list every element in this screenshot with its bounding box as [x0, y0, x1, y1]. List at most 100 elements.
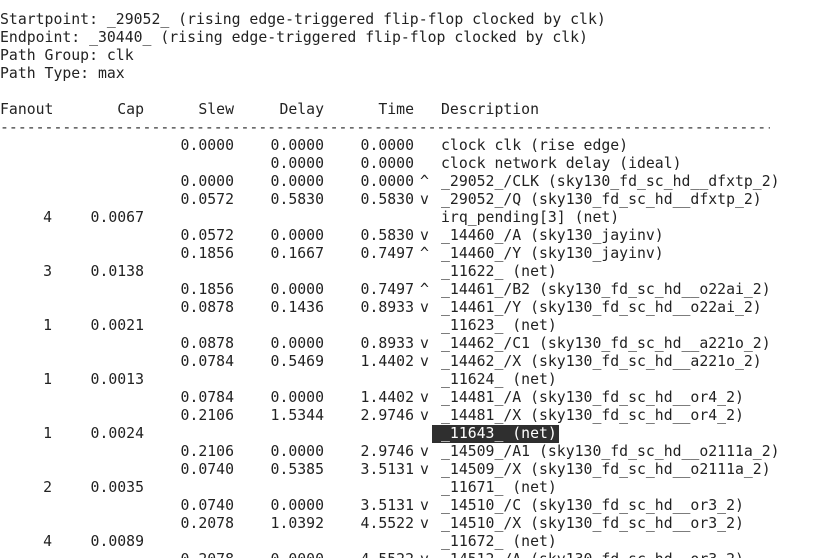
- cell-description: _14481_/X (sky130_fd_sc_hd__or4_2): [441, 407, 744, 424]
- cell-time: [354, 479, 414, 497]
- column-header-cap: Cap: [117, 101, 144, 118]
- cell-description: _14510_/X (sky130_fd_sc_hd__or3_2): [441, 515, 744, 532]
- cell-fanout: 4: [43, 209, 52, 226]
- cell-delay: [264, 263, 324, 281]
- cell-fanout: [0, 443, 52, 461]
- cell-time: 3.5131: [360, 461, 414, 478]
- table-row: 0.0000 0.0000 0.0000 clock clk (rise edge): [0, 137, 836, 155]
- cell-fanout: [0, 497, 52, 515]
- table-row: 0.0572 0.5830 0.5830 v _29052_/Q (sky130_fd_…: [0, 191, 836, 209]
- cell-time: 1.4402: [360, 353, 414, 370]
- cell-description: _11623_ (net): [441, 317, 557, 334]
- cell-time: 0.8933: [360, 299, 414, 316]
- cell-cap: [84, 281, 144, 299]
- cell-slew: 0.1856: [180, 245, 234, 262]
- cell-delay: 0.0000: [270, 155, 324, 172]
- table-row: 0.0784 0.0000 1.4402 v _14481_/A (sky130_fd_…: [0, 389, 836, 407]
- endpoint-line: Endpoint: _30440_ (rising edge-triggered…: [0, 29, 588, 46]
- cell-time: 2.9746: [360, 443, 414, 460]
- cell-slew: [174, 317, 234, 335]
- cell-delay: 0.0000: [270, 389, 324, 406]
- column-header-slew: Slew: [198, 101, 234, 118]
- cell-slew: [174, 263, 234, 281]
- cell-fanout: [0, 299, 52, 317]
- cell-fanout: [0, 155, 52, 173]
- cell-description: _14462_/X (sky130_fd_sc_hd__a221o_2): [441, 353, 762, 370]
- column-header-description: Description: [441, 101, 539, 118]
- cell-delay: 0.1436: [270, 299, 324, 316]
- cell-delay: 1.5344: [270, 407, 324, 424]
- table-row: 0.0740 0.0000 3.5131 v _14510_/C (sky130_fd_…: [0, 497, 836, 515]
- cell-description: _11671_ (net): [441, 479, 557, 496]
- cell-fanout: [0, 245, 52, 263]
- column-header-time: Time: [378, 101, 414, 118]
- cell-fanout: [0, 407, 52, 425]
- startpoint-line: Startpoint: _29052_ (rising edge-trigger…: [0, 11, 606, 28]
- header-separator: ----------------------------------------…: [0, 119, 770, 136]
- table-row: 0.2106 0.0000 2.9746 v _14509_/A1 (sky130_fd…: [0, 443, 836, 461]
- cell-delay: 0.0000: [270, 227, 324, 244]
- cell-edge: v: [420, 497, 429, 514]
- table-row: 2 0.0035 _11671_ (net): [0, 479, 836, 497]
- cell-time: 0.0000: [360, 155, 414, 172]
- cell-slew: 0.0878: [180, 335, 234, 352]
- cell-delay: 0.0000: [270, 173, 324, 190]
- cell-slew: 0.2078: [180, 515, 234, 532]
- cell-slew: [174, 371, 234, 389]
- cell-description: _29052_/Q (sky130_fd_sc_hd__dfxtp_2): [441, 191, 762, 208]
- cell-edge: v: [420, 407, 429, 424]
- cell-time: 2.9746: [360, 407, 414, 424]
- cell-slew: [174, 533, 234, 551]
- cell-time: 0.0000: [360, 137, 414, 154]
- cell-cap: 0.0138: [90, 263, 144, 280]
- cell-cap: [84, 497, 144, 515]
- column-header-delay: Delay: [279, 101, 324, 118]
- cell-description: clock clk (rise edge): [441, 137, 629, 154]
- cell-description: irq_pending[3] (net): [441, 209, 620, 226]
- cell-cap: [84, 155, 144, 173]
- cell-description: clock network delay (ideal): [441, 155, 682, 172]
- cell-description: _14512_/A (sky130_fd_sc_hd__or3_2): [441, 551, 744, 558]
- cell-time: 4.5522: [360, 515, 414, 532]
- cell-cap: [84, 173, 144, 191]
- cell-description: _14481_/A (sky130_fd_sc_hd__or4_2): [441, 389, 744, 406]
- table-row: 1 0.0021 _11623_ (net): [0, 317, 836, 335]
- cell-fanout: [0, 551, 52, 558]
- cell-delay: 0.0000: [270, 335, 324, 352]
- cell-slew: [174, 209, 234, 227]
- cell-cap: 0.0024: [90, 425, 144, 442]
- cell-time: [354, 263, 414, 281]
- table-row: 0.0572 0.0000 0.5830 v _14460_/A (sky130_jay…: [0, 227, 836, 245]
- path-group-line: Path Group: clk: [0, 47, 134, 64]
- cell-time: [354, 425, 414, 443]
- cell-delay: 0.5469: [270, 353, 324, 370]
- cell-delay: 0.0000: [270, 443, 324, 460]
- cell-cap: [84, 335, 144, 353]
- cell-description: _14460_/A (sky130_jayinv): [441, 227, 664, 244]
- cell-slew: 0.2078: [174, 551, 234, 558]
- cell-fanout: 1: [43, 317, 52, 334]
- cell-description: _14460_/Y (sky130_jayinv): [441, 245, 664, 262]
- cell-time: [354, 209, 414, 227]
- cell-edge: v: [420, 515, 429, 532]
- cell-cap: [84, 299, 144, 317]
- table-row: 1 0.0024 _11643_ (net): [0, 425, 836, 443]
- cell-time: [354, 533, 414, 551]
- cell-cap: [84, 515, 144, 533]
- cell-time: 0.5830: [360, 191, 414, 208]
- cell-slew: 0.0572: [180, 227, 234, 244]
- cell-time: [354, 317, 414, 335]
- cell-slew: 0.1856: [180, 281, 234, 298]
- cell-edge: ^: [420, 245, 429, 262]
- table-row: 3 0.0138 _11622_ (net): [0, 263, 836, 281]
- cell-delay: 1.0392: [270, 515, 324, 532]
- cell-fanout: [0, 173, 52, 191]
- cell-slew: [174, 479, 234, 497]
- cell-description: _29052_/CLK (sky130_fd_sc_hd__dfxtp_2): [441, 173, 780, 190]
- cell-cap: 0.0021: [90, 317, 144, 334]
- cell-time: 0.7497: [360, 245, 414, 262]
- table-row: 0.2106 1.5344 2.9746 v _14481_/X (sky130_fd_…: [0, 407, 836, 425]
- cell-edge: v: [420, 461, 429, 478]
- cell-fanout: 1: [43, 371, 52, 388]
- cell-description: _14509_/X (sky130_fd_sc_hd__o2111a_2): [441, 461, 771, 478]
